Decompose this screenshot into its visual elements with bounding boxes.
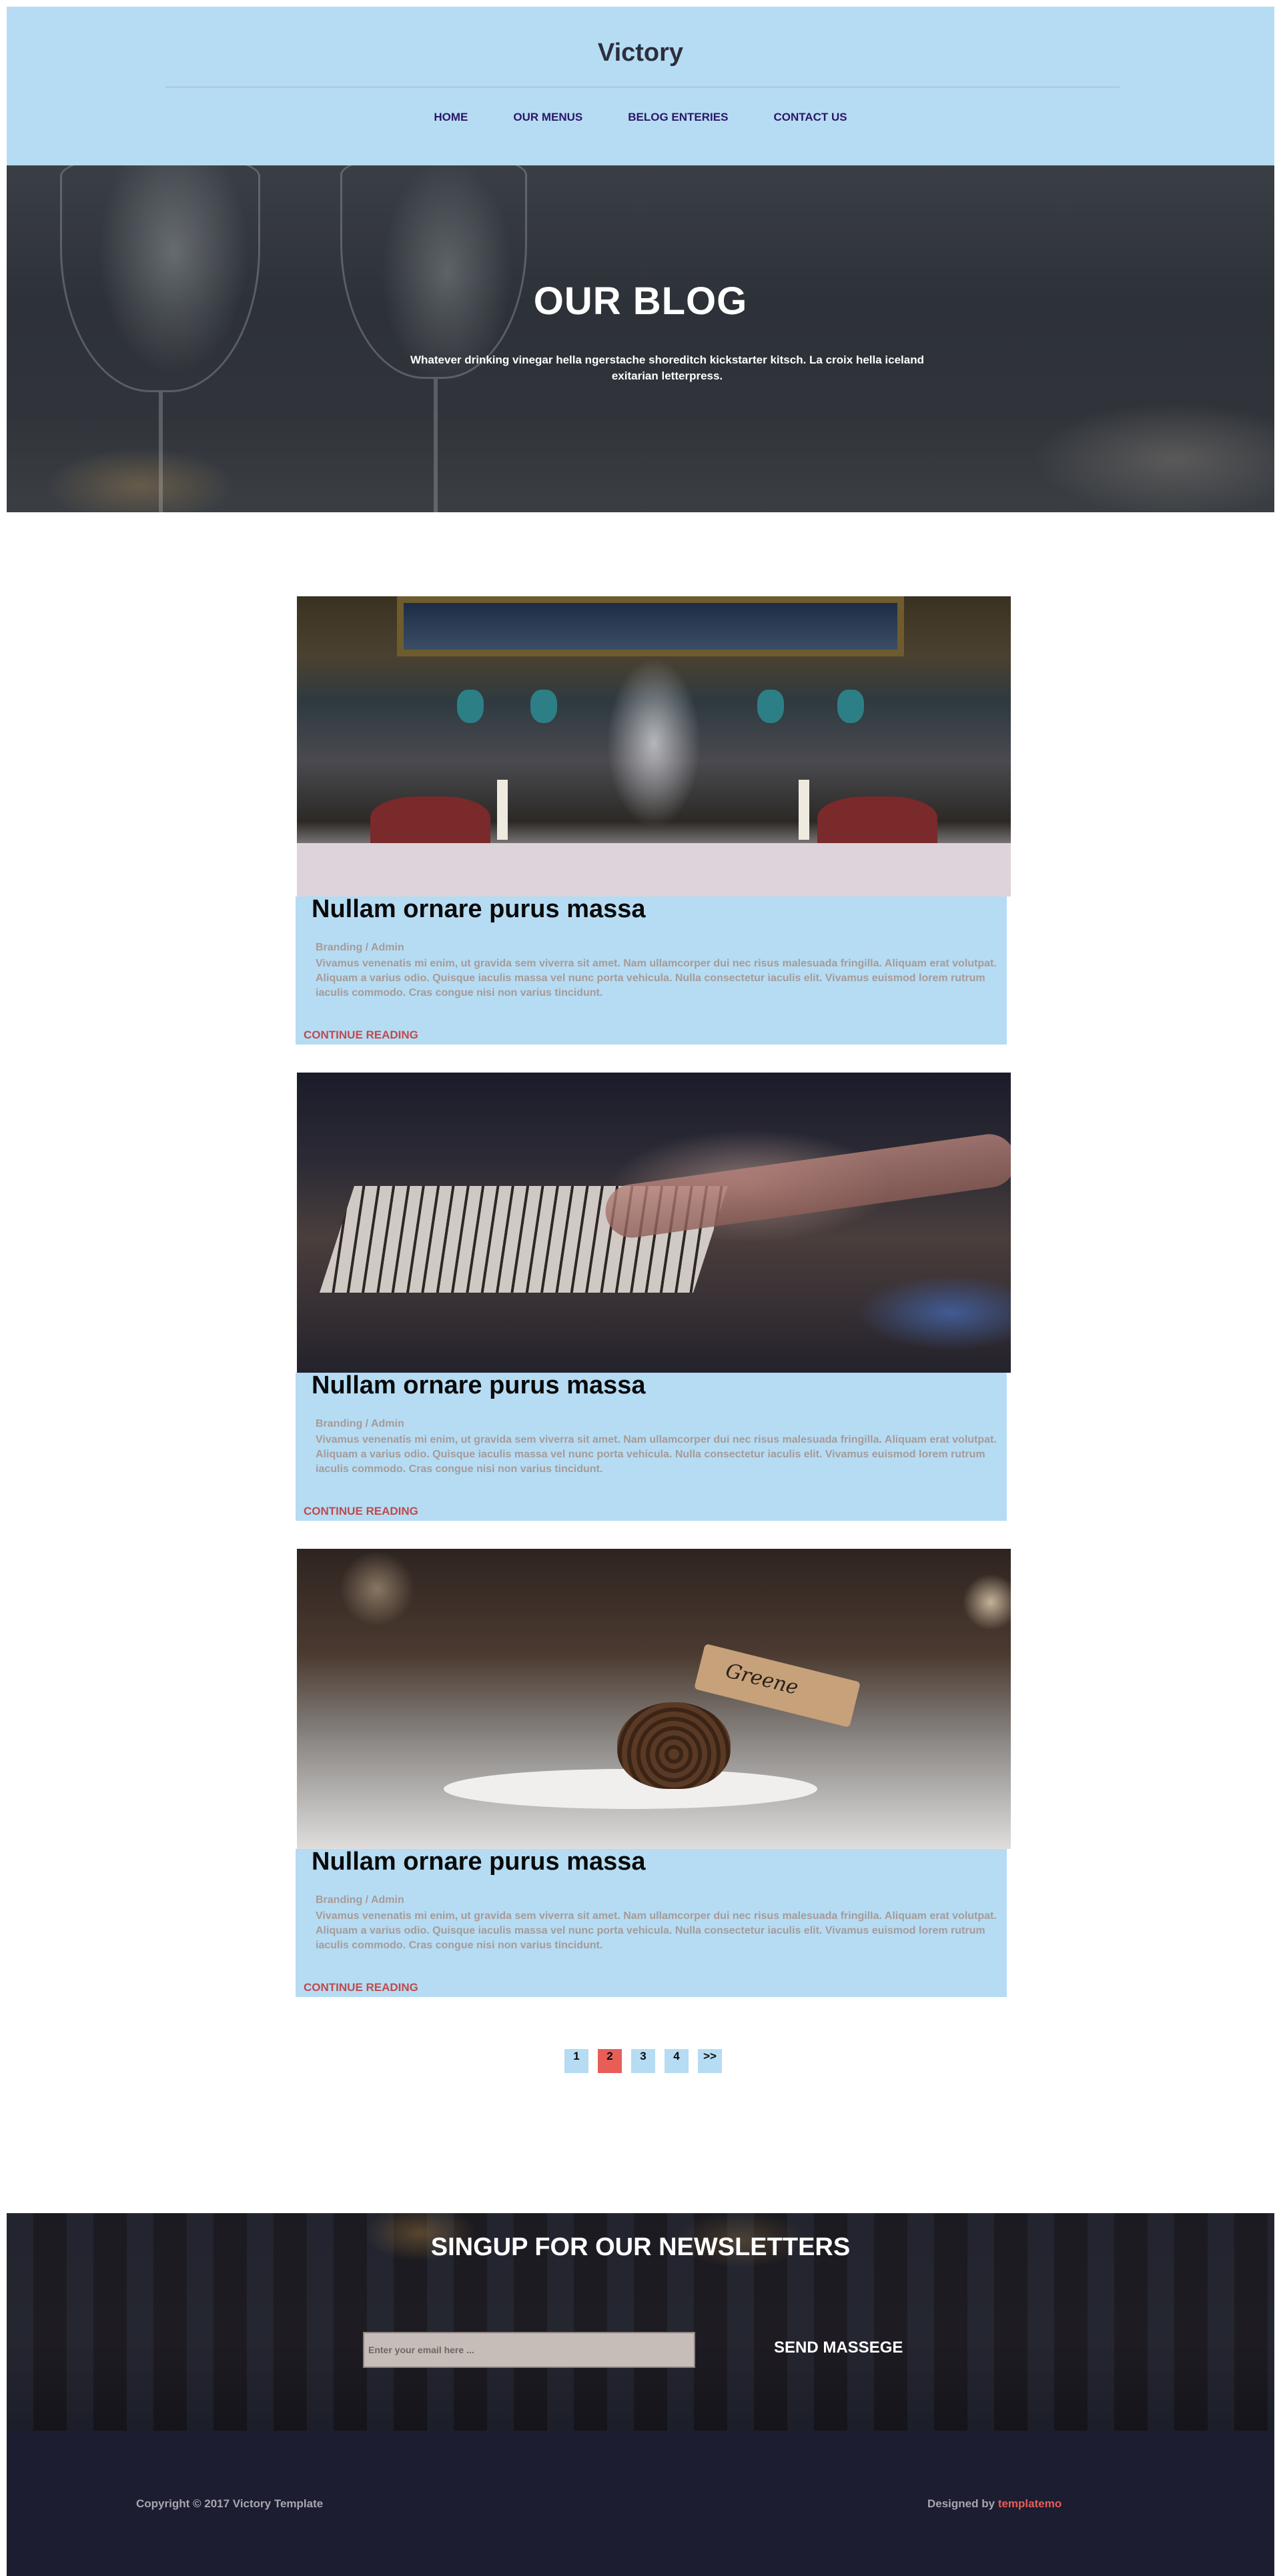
post-image-table-setting[interactable]: Greene: [297, 1549, 1011, 1849]
nav-home[interactable]: HOME: [434, 108, 468, 127]
continue-reading-link[interactable]: CONTINUE READING: [304, 1505, 418, 1518]
chair-decor: [370, 796, 490, 850]
vase-decor: [457, 690, 484, 723]
vase-decor: [757, 690, 784, 723]
hero-subtitle: Whatever drinking vinegar hella ngerstac…: [410, 354, 924, 382]
hands-decor: [602, 1131, 1011, 1241]
continue-reading-link[interactable]: CONTINUE READING: [304, 1029, 418, 1042]
candle-decor: [799, 780, 809, 840]
templatemo-link[interactable]: templatemo: [998, 2497, 1061, 2510]
site-brand[interactable]: Victory: [7, 39, 1274, 67]
post-excerpt: Vivamus venenatis mi enim, ut gravida se…: [316, 958, 997, 999]
post-body: Nullam ornare purus massa Branding / Adm…: [296, 1848, 1007, 1997]
post-body: Nullam ornare purus massa Branding / Adm…: [296, 895, 1007, 1045]
post-image-piano[interactable]: [297, 1073, 1011, 1373]
page-button-2[interactable]: 2: [598, 2049, 622, 2073]
designed-by-label: Designed by: [927, 2497, 998, 2510]
post-excerpt: Vivamus venenatis mi enim, ut gravida se…: [316, 1910, 997, 1951]
send-message-button[interactable]: SEND MASSEGE: [774, 2339, 903, 2357]
post-title[interactable]: Nullam ornare purus massa: [312, 1371, 646, 1400]
post-body: Nullam ornare purus massa Branding / Adm…: [296, 1371, 1007, 1521]
name-tag-decor: Greene: [694, 1644, 861, 1728]
chair-decor: [817, 796, 937, 850]
post-title[interactable]: Nullam ornare purus massa: [312, 895, 646, 924]
nav-our-menus[interactable]: OUR MENUS: [513, 108, 582, 127]
painting-decor: [397, 596, 904, 656]
glass-stem: [434, 379, 438, 512]
post-meta: Branding / Admin: [316, 1894, 404, 1906]
page-button-next[interactable]: >>: [698, 2049, 722, 2073]
newsletter-section: SINGUP FOR OUR NEWSLETTERS SEND MASSEGE: [7, 2213, 1274, 2431]
hero-title: OUR BLOG: [533, 279, 748, 323]
newsletter-email-input[interactable]: [363, 2332, 695, 2368]
pine-cone-decor: [617, 1702, 731, 1789]
wine-glass-image: [340, 165, 527, 379]
post-meta: Branding / Admin: [316, 942, 404, 953]
post-image-dining-room[interactable]: [297, 596, 1011, 896]
glass-stem: [159, 392, 163, 512]
nav-blog-entries[interactable]: BELOG ENTERIES: [628, 108, 728, 127]
newsletter-title: SINGUP FOR OUR NEWSLETTERS: [430, 2233, 851, 2261]
post-excerpt: Vivamus venenatis mi enim, ut gravida se…: [316, 1434, 997, 1475]
post-meta: Branding / Admin: [316, 1418, 404, 1429]
vase-decor: [530, 690, 557, 723]
pagination: 1 2 3 4 >>: [0, 2049, 1281, 2073]
page-button-3[interactable]: 3: [631, 2049, 655, 2073]
vase-decor: [837, 690, 864, 723]
post-title[interactable]: Nullam ornare purus massa: [312, 1848, 646, 1876]
hero-banner: OUR BLOG Whatever drinking vinegar hella…: [7, 165, 1274, 512]
page-button-4[interactable]: 4: [665, 2049, 689, 2073]
table-decor: [297, 843, 1011, 896]
candle-decor: [497, 780, 508, 840]
site-footer: Copyright © 2017 Victory Template Design…: [7, 2431, 1274, 2576]
nav-contact-us[interactable]: CONTACT US: [773, 108, 847, 127]
continue-reading-link[interactable]: CONTINUE READING: [304, 1981, 418, 1994]
page-button-1[interactable]: 1: [564, 2049, 588, 2073]
designed-by: Designed by templatemo: [927, 2497, 1061, 2511]
copyright-text: Copyright © 2017 Victory Template: [136, 2497, 324, 2510]
site-header: Victory HOME OUR MENUS BELOG ENTERIES CO…: [7, 7, 1274, 165]
main-nav: HOME OUR MENUS BELOG ENTERIES CONTACT US: [7, 108, 1274, 127]
